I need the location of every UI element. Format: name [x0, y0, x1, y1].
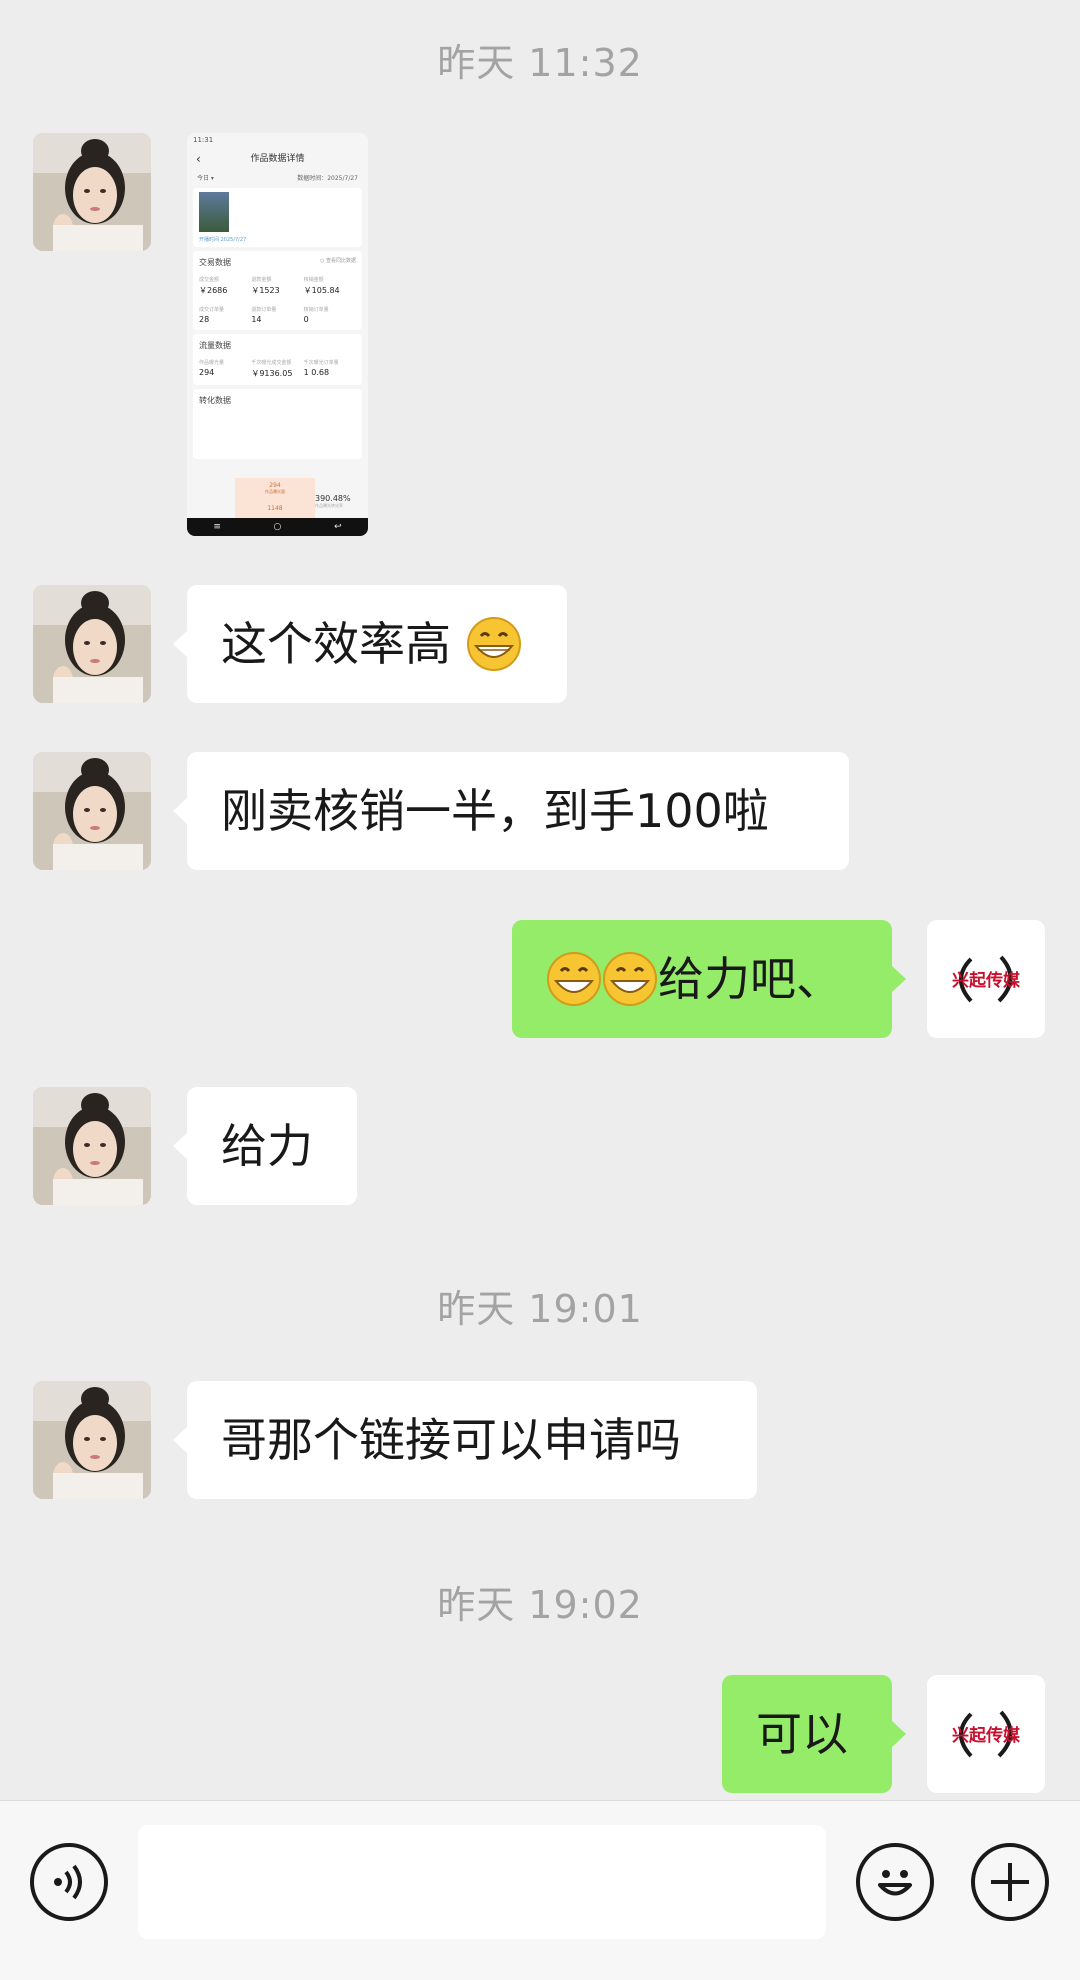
android-nav-bar: ≡ ○ ↩ [187, 518, 368, 536]
emoji-button[interactable] [856, 1843, 934, 1921]
stat-label: 成交订单量 [199, 307, 225, 313]
message-bubble-outgoing[interactable]: 给力吧、 [512, 920, 906, 1038]
contact-avatar[interactable] [33, 133, 151, 251]
screenshot-filter: 今日 ▾ [197, 175, 214, 182]
brand-logo-icon: 兴起传媒 [952, 955, 1021, 1003]
trade-toggle: ○ 查看同比数据 [320, 258, 356, 264]
stat-value: 0 [303, 315, 309, 324]
timestamp: 昨天 19:01 [437, 1287, 643, 1331]
conversion-rate-label: 作品曝光转化率 [315, 503, 343, 508]
stat-label: 核销金额 [303, 277, 324, 283]
input-bar [0, 1800, 1080, 1980]
grinning-face-icon [547, 951, 601, 1006]
stat-value: 14 [251, 315, 262, 324]
funnel-bottom-value: 1148 [267, 505, 283, 512]
stat-value: 294 [199, 368, 215, 377]
my-avatar[interactable]: 兴起传媒 [927, 920, 1045, 1038]
conversion-funnel: 294 作品曝光量 1148 [235, 478, 315, 520]
stat-value: 28 [199, 315, 210, 324]
stat-value: ￥105.84 [303, 286, 340, 295]
smiley-icon [878, 1870, 912, 1896]
trade-title: 交易数据 [199, 258, 231, 267]
plus-icon [991, 1863, 1029, 1901]
contact-avatar[interactable] [33, 1087, 151, 1205]
stat-value: ￥1523 [251, 286, 280, 295]
stat-label: 退款订单量 [251, 307, 277, 313]
message-bubble-incoming[interactable]: 给力 [173, 1087, 357, 1205]
timestamp: 昨天 11:32 [437, 41, 643, 85]
conversion-rate-value: 390.48% [315, 494, 351, 503]
voice-icon [54, 1864, 82, 1900]
stat-value: ￥9136.05 [251, 369, 293, 378]
message-text: 这个效率高 [221, 617, 451, 671]
home-icon: ○ [273, 522, 282, 532]
stat-label: 千次曝光成交金额 [251, 360, 292, 366]
traffic-title: 流量数据 [199, 341, 231, 350]
back-icon: ‹ [196, 152, 201, 166]
video-thumbnail [199, 192, 229, 232]
screenshot-title: 作品数据详情 [250, 154, 305, 164]
message-text: 刚卖核销一半，到手100啦 [221, 784, 769, 838]
message-text: 可以 [756, 1707, 848, 1761]
message-bubble-outgoing[interactable]: 可以 [722, 1675, 906, 1793]
back-arrow-icon: ↩ [334, 522, 342, 532]
chat-area[interactable]: 昨天 11:32 11:31 ‹ 作品数据详情 今日 ▾ 数据时间：2025/7… [0, 0, 1080, 1800]
screenshot-update-time: 数据时间：2025/7/27 [297, 175, 358, 182]
stat-label: 核销订单量 [303, 307, 329, 313]
stat-label: 退款金额 [251, 277, 272, 283]
message-bubble-incoming[interactable]: 这个效率高 [173, 585, 567, 703]
brand-logo-icon: 兴起传媒 [952, 1710, 1021, 1758]
contact-avatar[interactable] [33, 752, 151, 870]
contact-avatar[interactable] [33, 1381, 151, 1499]
more-button[interactable] [971, 1843, 1049, 1921]
message-text: 给力 [221, 1119, 313, 1173]
funnel-label: 作品曝光量 [265, 489, 285, 494]
message-bubble-incoming[interactable]: 哥那个链接可以申请吗 [173, 1381, 757, 1499]
message-text: 哥那个链接可以申请吗 [221, 1413, 681, 1467]
my-avatar[interactable]: 兴起传媒 [927, 1675, 1045, 1793]
message-input[interactable] [138, 1825, 826, 1939]
shared-screenshot-image[interactable]: 11:31 ‹ 作品数据详情 今日 ▾ 数据时间：2025/7/27 开播时间 … [187, 133, 368, 536]
stat-value: ￥2686 [199, 286, 228, 295]
message-text: 给力吧、 [658, 952, 842, 1006]
funnel-value: 294 [269, 482, 281, 489]
my-avatar-text: 兴起传媒 [952, 1725, 1021, 1746]
stat-label: 成交金额 [199, 277, 220, 283]
screenshot-date-line: 开播时间 2025/7/27 [199, 237, 247, 243]
contact-avatar[interactable] [33, 585, 151, 703]
stat-value: 1 0.68 [303, 368, 330, 377]
menu-icon: ≡ [213, 522, 221, 532]
stat-label: 千次曝光订单量 [303, 360, 339, 366]
voice-button[interactable] [30, 1843, 108, 1921]
conversion-title: 转化数据 [199, 396, 231, 405]
timestamp: 昨天 19:02 [437, 1583, 643, 1627]
grinning-face-icon [603, 951, 657, 1006]
stat-label: 作品曝光量 [199, 360, 225, 366]
screenshot-status-bar: 11:31 [193, 136, 214, 144]
message-bubble-incoming[interactable]: 刚卖核销一半，到手100啦 [173, 752, 849, 870]
conversion-rate: 390.48% 作品曝光转化率 [315, 494, 351, 509]
my-avatar-text: 兴起传媒 [952, 970, 1021, 991]
grinning-face-icon [466, 616, 521, 671]
